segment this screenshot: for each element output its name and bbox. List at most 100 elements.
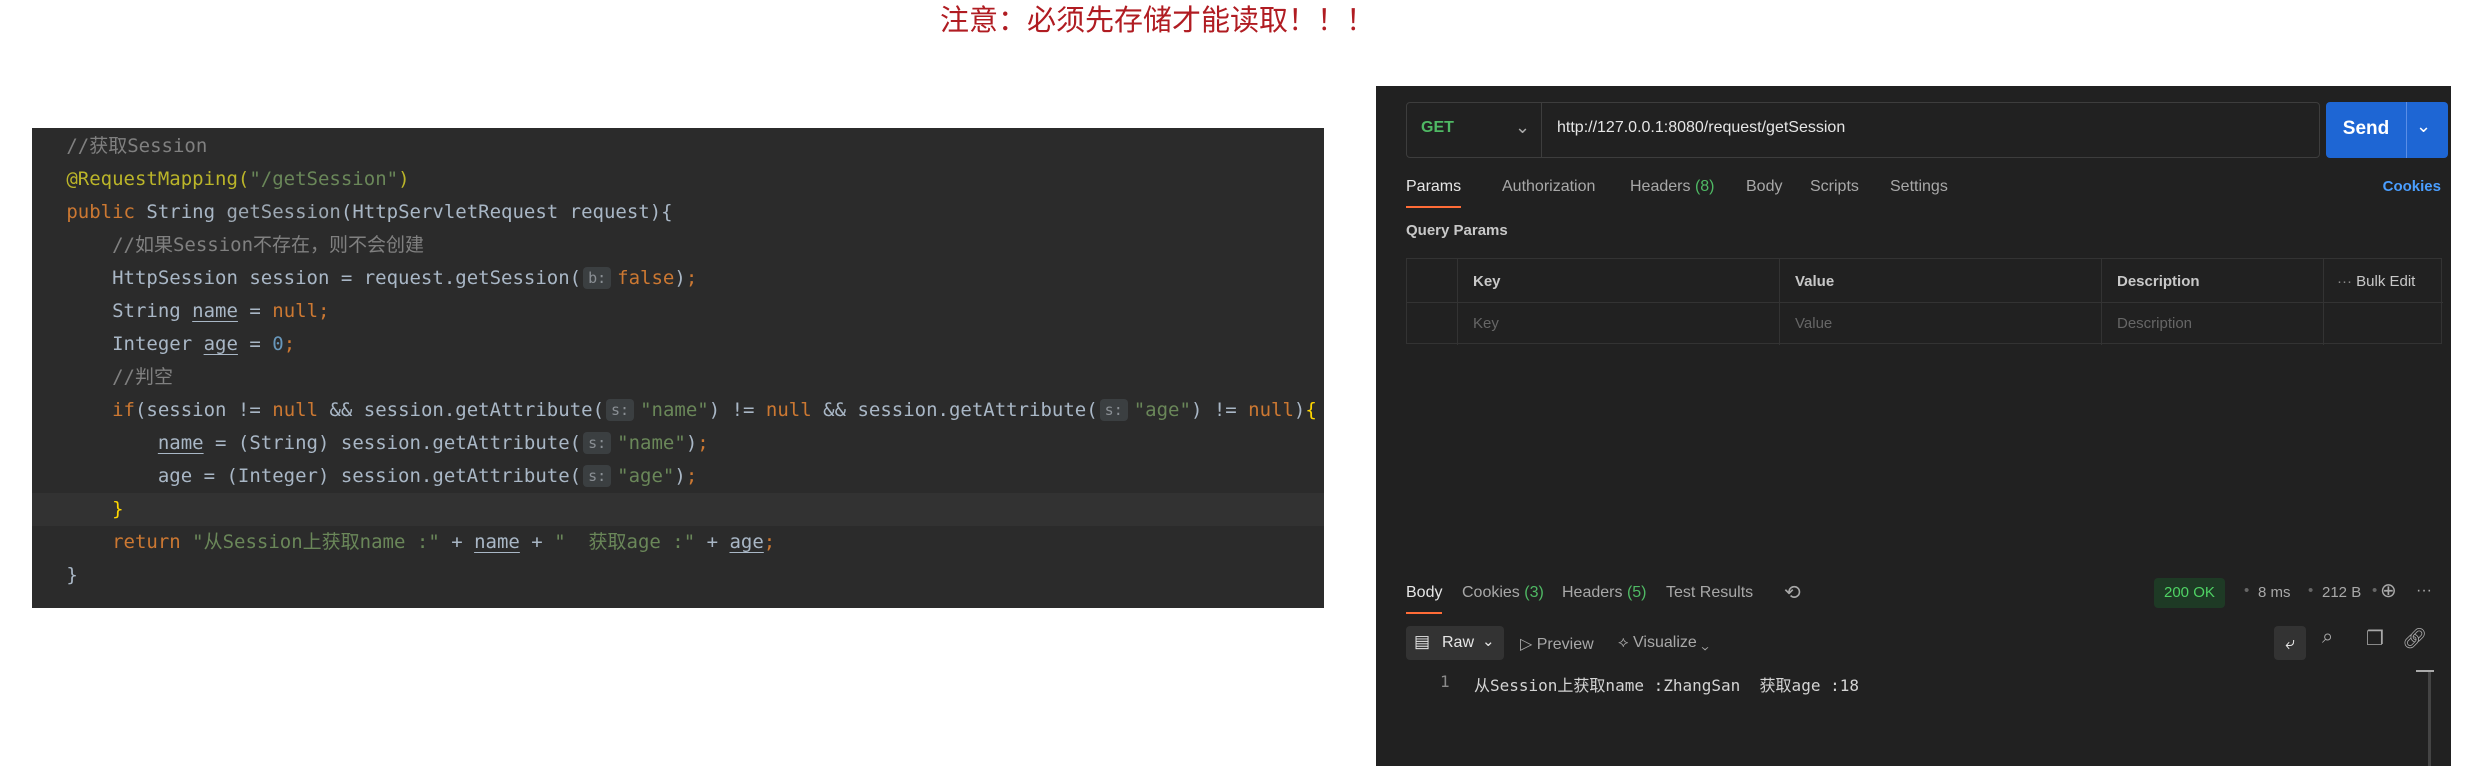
divider	[1457, 259, 1458, 345]
scrollbar-thumb[interactable]	[2416, 670, 2434, 672]
wrap-icon[interactable]: ⤶	[2274, 626, 2306, 660]
response-time: 8 ms	[2258, 584, 2291, 601]
code-token: }	[66, 564, 78, 586]
column-header-description: Description	[2117, 273, 2200, 290]
send-button[interactable]: Send ⌄	[2326, 102, 2448, 158]
tab-response-body[interactable]: Body	[1406, 584, 1443, 614]
tab-scripts[interactable]: Scripts	[1810, 178, 1859, 196]
code-token: //如果Session不存在，则不会创建	[112, 234, 425, 256]
code-token: +	[439, 531, 475, 553]
tab-resp-headers-count: (5)	[1626, 584, 1647, 601]
tab-resp-headers-label: Headers	[1562, 584, 1623, 601]
cookies-link[interactable]: Cookies	[2383, 178, 2441, 195]
bulk-edit-label: Bulk Edit	[2356, 273, 2416, 290]
code-line: }	[32, 559, 1324, 592]
parameter-hint: s:	[583, 432, 612, 454]
code-line: if(session != null && session.getAttribu…	[32, 394, 1324, 427]
visualize-button[interactable]: ⟡ Visualize ⌄	[1618, 634, 1709, 652]
code-token: HttpSession session = request.getSession…	[66, 267, 582, 289]
preview-button[interactable]: ▷ Preview	[1520, 634, 1594, 654]
code-token: "/getSession"	[249, 168, 399, 190]
code-token: +	[519, 531, 555, 553]
code-line: }	[32, 493, 1324, 526]
code-token: "age"	[1133, 399, 1191, 421]
tab-body[interactable]: Body	[1746, 178, 1782, 196]
code-token: age = (Integer) session.getAttribute(	[66, 465, 582, 487]
method-select[interactable]: GET	[1421, 119, 1454, 137]
code-token: }	[112, 498, 124, 520]
url-input[interactable]: http://127.0.0.1:8080/request/getSession	[1557, 119, 1845, 137]
tab-response-headers[interactable]: Headers (5)	[1562, 584, 1647, 602]
code-token: null	[765, 399, 812, 421]
code-token: (session !=	[134, 399, 273, 421]
status-badge: 200 OK	[2154, 578, 2225, 608]
code-token: @RequestMapping(	[66, 168, 250, 190]
code-token: "name"	[640, 399, 709, 421]
tab-headers-label: Headers	[1630, 178, 1691, 195]
code-token: getSession	[226, 201, 341, 223]
postman-panel: GET ⌄ http://127.0.0.1:8080/request/getS…	[1376, 86, 2451, 766]
code-line: //获取Session	[32, 130, 1324, 163]
more-icon: ···	[2337, 273, 2357, 290]
more-icon[interactable]: ···	[2416, 582, 2432, 600]
code-token: {	[1305, 399, 1317, 421]
bulk-edit-button[interactable]: ··· Bulk Edit	[2337, 273, 2415, 290]
tab-cookies-count: (3)	[1524, 584, 1544, 601]
code-token: //获取Session	[66, 135, 208, 157]
tab-test-results[interactable]: Test Results	[1666, 584, 1753, 602]
parameter-hint: s:	[1099, 399, 1128, 421]
code-token: name	[474, 531, 520, 553]
code-token: (HttpServletRequest request){	[340, 201, 673, 223]
tab-headers[interactable]: Headers (8)	[1630, 178, 1715, 196]
tab-cookies-label: Cookies	[1462, 584, 1520, 601]
chevron-down-icon[interactable]: ⌄	[2416, 116, 2431, 137]
document-icon: ▤	[1414, 632, 1431, 651]
code-token: String	[146, 201, 227, 223]
separator-dot: •	[2308, 582, 2314, 599]
chevron-down-icon[interactable]: ⌄	[1515, 117, 1530, 138]
code-token: public	[66, 201, 147, 223]
copy-icon[interactable]: ❐	[2366, 626, 2384, 651]
code-token: "name"	[617, 432, 686, 454]
tab-response-cookies[interactable]: Cookies (3)	[1462, 584, 1544, 602]
format-select[interactable]: ▤ Raw ⌄	[1406, 626, 1504, 660]
code-line: Integer age = 0;	[32, 328, 1324, 361]
visualize-label: Visualize	[1633, 634, 1697, 651]
code-token: //判空	[112, 366, 173, 388]
code-token: ;	[763, 531, 776, 553]
code-token: ;	[697, 432, 709, 454]
code-token: null	[1248, 399, 1294, 421]
tab-settings[interactable]: Settings	[1890, 178, 1948, 196]
code-token: )	[674, 465, 686, 487]
value-input[interactable]: Value	[1795, 315, 1832, 332]
history-icon[interactable]: ⟲	[1784, 580, 1801, 605]
description-input[interactable]: Description	[2117, 315, 2192, 332]
scrollbar[interactable]	[2428, 672, 2431, 766]
preview-label: Preview	[1536, 636, 1594, 653]
globe-icon[interactable]: ⊕	[2380, 578, 2397, 603]
play-icon: ▷	[1520, 636, 1537, 653]
link-icon[interactable]: 🔗︎	[2402, 626, 2427, 651]
separator-dot: •	[2244, 582, 2250, 599]
search-icon[interactable]: ⌕	[2322, 626, 2333, 649]
tab-params[interactable]: Params	[1406, 178, 1462, 208]
response-body-text: 从Session上获取name :ZhangSan 获取age :18	[1474, 676, 1859, 695]
request-url-bar: GET ⌄ http://127.0.0.1:8080/request/getS…	[1406, 102, 2320, 158]
code-editor: //获取Session @RequestMapping("/getSession…	[32, 128, 1324, 608]
key-input[interactable]: Key	[1473, 315, 1499, 332]
tab-authorization[interactable]: Authorization	[1502, 178, 1595, 196]
code-token: name	[157, 432, 204, 454]
